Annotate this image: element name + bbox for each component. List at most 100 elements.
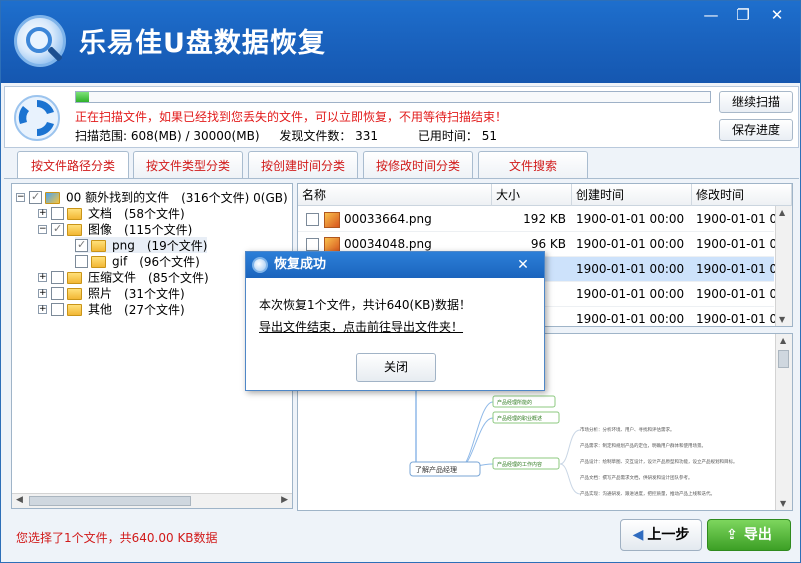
- tree-node-archives[interactable]: + 压缩文件 (85个文件): [38, 269, 209, 285]
- tree-checkbox[interactable]: [51, 303, 64, 316]
- dialog-message: 本次恢复1个文件，共计640(KB)数据！: [259, 298, 472, 312]
- tree-horizontal-scrollbar[interactable]: ◀ ▶: [12, 493, 292, 508]
- export-icon: ⇪: [726, 527, 738, 543]
- scroll-up-icon[interactable]: ▲: [779, 208, 785, 217]
- open-export-folder-link[interactable]: 导出文件结束，点击前往导出文件夹！: [259, 318, 463, 335]
- maximize-button[interactable]: ❐: [729, 5, 757, 25]
- scroll-right-icon[interactable]: ▶: [281, 495, 288, 505]
- scroll-left-icon[interactable]: ◀: [16, 495, 23, 505]
- tree-label: 压缩文件: [88, 270, 137, 285]
- row-checkbox[interactable]: [306, 213, 319, 226]
- file-modified: 1900-01-01 00: [696, 262, 785, 276]
- minimize-button[interactable]: —: [697, 5, 725, 25]
- folder-icon: [67, 223, 82, 236]
- tab-by-modified[interactable]: 按修改时间分类: [363, 151, 473, 179]
- expand-icon[interactable]: +: [38, 289, 47, 298]
- tree-node-png[interactable]: png (19个文件): [75, 237, 208, 253]
- table-row[interactable]: 00033664.png 192 KB 1900-01-01 00:00 190…: [298, 207, 785, 232]
- save-progress-button[interactable]: 保存进度: [719, 119, 793, 141]
- tab-by-created[interactable]: 按创建时间分类: [248, 151, 358, 179]
- scan-spinner-icon: [14, 95, 60, 141]
- scan-info: 扫描范围: 608(MB) / 30000(MB) 发现文件数： 331 已用时…: [75, 127, 503, 144]
- windows-folder-icon: [45, 191, 60, 204]
- expand-icon[interactable]: +: [38, 305, 47, 314]
- file-created: 1900-01-01 00:00: [576, 237, 685, 251]
- tree-checkbox[interactable]: [51, 287, 64, 300]
- tree-node-photos[interactable]: + 照片 (31个文件): [38, 285, 185, 301]
- file-list-vertical-scrollbar[interactable]: ▲ ▼: [775, 206, 792, 326]
- scroll-down-icon[interactable]: ▼: [779, 315, 785, 324]
- mindmap-note: 产品文档：撰写产品需求文档，供研发和设计团队参考。: [580, 474, 693, 481]
- row-checkbox[interactable]: [306, 238, 319, 251]
- tree-checkbox[interactable]: [51, 207, 64, 220]
- collapse-icon[interactable]: −: [16, 193, 25, 202]
- tree-node-root[interactable]: − 00 额外找到的文件 (316个文件) 0(GB) (: [16, 189, 293, 205]
- dialog-title-bar[interactable]: 恢复成功: [246, 252, 544, 278]
- tab-by-path[interactable]: 按文件路径分类: [17, 151, 129, 181]
- file-name-cell: 00033664.png: [306, 207, 432, 232]
- tree-checkbox[interactable]: [75, 237, 88, 253]
- tree-checkbox[interactable]: [29, 189, 42, 205]
- col-header-modified[interactable]: 修改时间: [692, 184, 792, 206]
- elapsed-time: 已用时间： 51: [417, 129, 497, 143]
- export-button[interactable]: ⇪ 导出: [707, 519, 791, 551]
- bottom-bar: 您选择了1个文件，共640.00 KB数据 ◀ 上一步 ⇪ 导出: [4, 515, 799, 561]
- scroll-down-icon[interactable]: ▼: [780, 499, 786, 508]
- tree-node-docs[interactable]: + 文档 (58个文件): [38, 205, 185, 221]
- file-created: 1900-01-01 00:00: [576, 212, 685, 226]
- app-title: 乐易佳U盘数据恢复: [79, 28, 326, 59]
- collapse-icon[interactable]: −: [38, 225, 47, 234]
- title-bar[interactable]: 乐易佳U盘数据恢复 — ❐ ✕: [1, 1, 800, 83]
- tree-count: (96个文件): [139, 254, 200, 269]
- previous-step-button[interactable]: ◀ 上一步: [620, 519, 702, 551]
- tree-checkbox[interactable]: [51, 271, 64, 284]
- col-header-size[interactable]: 大小: [492, 184, 572, 206]
- continue-scan-button[interactable]: 继续扫描: [719, 91, 793, 113]
- col-header-name[interactable]: 名称: [298, 184, 492, 206]
- folder-icon: [91, 255, 106, 268]
- tree-checkbox[interactable]: [51, 221, 64, 237]
- dialog-close-button[interactable]: 关闭: [356, 353, 436, 382]
- tree-label: 文档: [88, 206, 113, 221]
- folder-icon: [67, 207, 82, 220]
- tab-by-type[interactable]: 按文件类型分类: [133, 151, 243, 179]
- tree-count: (115个文件): [124, 222, 193, 237]
- tree-count: (316个文件) 0(GB) (: [181, 190, 293, 205]
- file-created: 1900-01-01 00:00: [576, 312, 685, 326]
- back-arrow-icon: ◀: [632, 527, 644, 543]
- dialog-close-icon[interactable]: ✕: [508, 254, 538, 276]
- tree-label: gif: [112, 254, 128, 269]
- tab-file-search[interactable]: 文件搜索: [478, 151, 588, 179]
- close-window-button[interactable]: ✕: [763, 5, 791, 25]
- file-name: 00033664.png: [344, 212, 432, 226]
- folder-icon: [67, 303, 82, 316]
- preview-vertical-scrollbar[interactable]: ▲ ▼: [775, 334, 792, 510]
- recovery-success-dialog: 恢复成功 ✕ 本次恢复1个文件，共计640(KB)数据！ 导出文件结束，点击前往…: [245, 251, 545, 391]
- tree-label: png: [112, 238, 135, 253]
- scrollbar-thumb[interactable]: [29, 496, 191, 506]
- tree-label: 00 额外找到的文件: [66, 190, 170, 205]
- mindmap-note: 产品实现：沟通研发、跟进进度，把控质量，推动产品上线和迭代。: [580, 490, 715, 497]
- col-header-created[interactable]: 创建时间: [572, 184, 692, 206]
- scroll-up-icon[interactable]: ▲: [780, 336, 786, 345]
- tree-checkbox[interactable]: [75, 255, 88, 268]
- dialog-app-icon: [252, 257, 268, 273]
- folder-icon: [91, 239, 106, 252]
- scrollbar-thumb[interactable]: [778, 350, 789, 368]
- expand-icon[interactable]: +: [38, 273, 47, 282]
- tree-label: 其他: [88, 302, 113, 317]
- scan-progress-fill: [76, 92, 89, 102]
- tree-count: (31个文件): [124, 286, 185, 301]
- app-logo-icon: [14, 15, 66, 67]
- tree-node-images[interactable]: − 图像 (115个文件): [38, 221, 192, 237]
- file-modified: 1900-01-01 00: [696, 312, 785, 326]
- tree-label: 图像: [88, 222, 113, 237]
- tree-node-gif[interactable]: gif (96个文件): [75, 253, 200, 269]
- file-modified: 1900-01-01 00: [696, 212, 785, 226]
- file-modified: 1900-01-01 00: [696, 237, 785, 251]
- tree-count: (85个文件): [148, 270, 209, 285]
- tree-node-other[interactable]: + 其他 (27个文件): [38, 301, 185, 317]
- mindmap-branch: 产品经理的职业概述: [497, 415, 542, 422]
- scan-range: 扫描范围: 608(MB) / 30000(MB): [75, 129, 260, 143]
- expand-icon[interactable]: +: [38, 209, 47, 218]
